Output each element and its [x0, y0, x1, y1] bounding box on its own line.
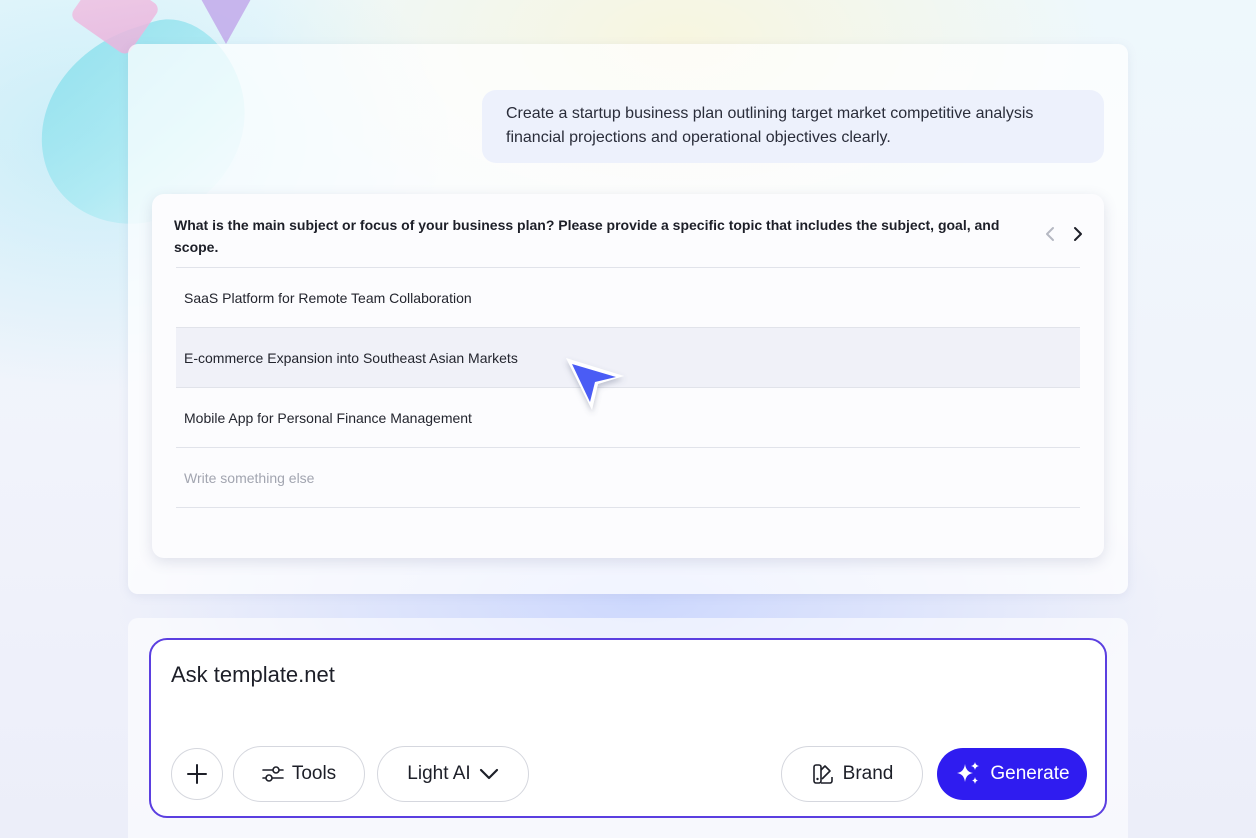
chat-panel: Create a startup business plan outlining… [128, 44, 1128, 594]
tools-label: Tools [291, 763, 337, 784]
brand-button[interactable]: Brand [781, 746, 923, 802]
palette-icon [811, 762, 835, 786]
answer-options-list: SaaS Platform for Remote Team Collaborat… [176, 267, 1080, 508]
previous-question-button[interactable] [1040, 224, 1060, 244]
chevron-left-icon [1045, 226, 1055, 242]
sliders-icon [262, 765, 284, 783]
decorative-purple-shape [196, 0, 256, 44]
chevron-down-icon [479, 768, 499, 780]
generate-button[interactable]: Generate [937, 748, 1087, 800]
model-label: Light AI [407, 763, 471, 784]
prompt-box: Tools Light AI Brand [149, 638, 1107, 818]
tools-button[interactable]: Tools [233, 746, 365, 802]
sparkles-icon [954, 761, 982, 787]
write-something-else-input[interactable]: Write something else [176, 448, 1080, 508]
composer-panel: Tools Light AI Brand [128, 618, 1128, 838]
question-text: What is the main subject or focus of you… [174, 217, 1000, 255]
answer-option[interactable]: Mobile App for Personal Finance Manageme… [176, 388, 1080, 448]
answer-option[interactable]: SaaS Platform for Remote Team Collaborat… [176, 268, 1080, 328]
answer-option[interactable]: E-commerce Expansion into Southeast Asia… [176, 328, 1080, 388]
generate-label: Generate [990, 763, 1070, 784]
clarifying-question-card: What is the main subject or focus of you… [152, 194, 1104, 558]
plus-icon [186, 763, 208, 785]
model-select[interactable]: Light AI [377, 746, 529, 802]
add-button[interactable] [171, 748, 223, 800]
prompt-input[interactable] [171, 662, 1071, 688]
brand-label: Brand [842, 763, 894, 784]
chevron-right-icon [1073, 226, 1083, 242]
user-message-bubble: Create a startup business plan outlining… [482, 90, 1104, 163]
next-question-button[interactable] [1068, 224, 1088, 244]
